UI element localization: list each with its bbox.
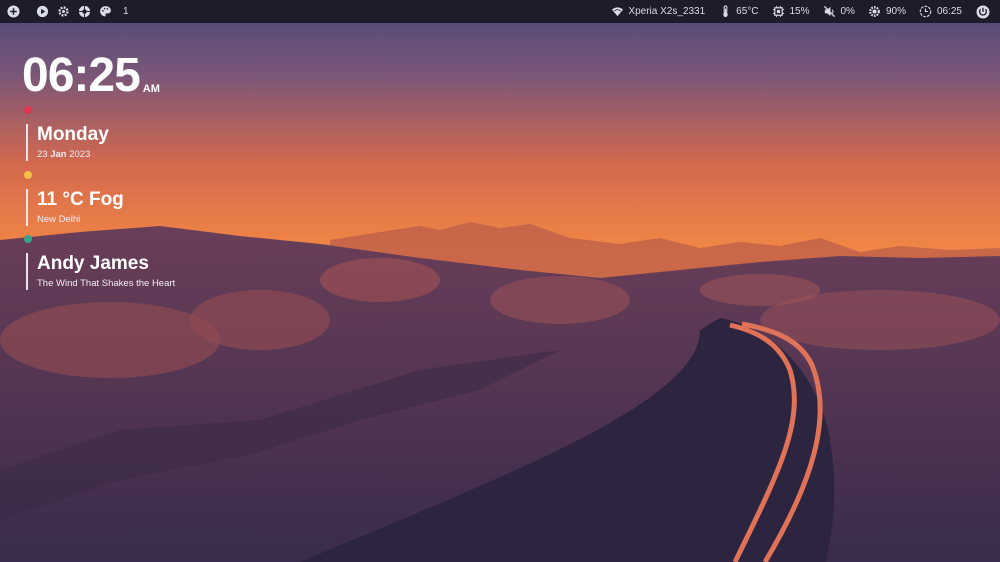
music-dot (24, 235, 32, 243)
music-artist: Andy James (37, 253, 149, 274)
volume-status[interactable]: 0% (823, 5, 855, 19)
cpu-status[interactable]: 15% (771, 5, 810, 19)
music-track: The Wind That Shakes the Heart (37, 278, 176, 289)
date-day: 23 (37, 149, 48, 160)
temperature-label: 65°C (736, 6, 759, 17)
brightness-icon (868, 5, 882, 19)
mute-icon (823, 5, 837, 19)
workspace-indicator[interactable]: 1 (123, 6, 129, 17)
panel-clock-label: 06:25 (936, 6, 962, 17)
panel-clock[interactable]: 06:25 (919, 5, 962, 19)
date-month: Jan (50, 149, 67, 160)
play-icon[interactable] (35, 5, 49, 19)
panel-right: Xperia X2s_2331 65°C 15% 0% 90% 06:25 (610, 0, 994, 23)
gear-icon[interactable] (56, 5, 70, 19)
date-widget: Monday 23 Jan 2023 (26, 124, 109, 161)
weather-widget: 11 °C Fog New Delhi (26, 189, 124, 226)
brightness-label: 90% (885, 6, 906, 17)
date-line: 23 Jan 2023 (37, 148, 109, 161)
date-dot (24, 106, 32, 114)
day-name: Monday (37, 124, 109, 145)
top-panel: 1 Xperia X2s_2331 65°C 15% 0% 90% 06:25 (0, 0, 1000, 23)
wifi-label: Xperia X2s_2331 (628, 6, 706, 17)
weather-dot (24, 171, 32, 179)
weather-location: New Delhi (37, 214, 81, 225)
cpu-label: 15% (789, 6, 810, 17)
add-icon[interactable] (6, 5, 20, 19)
volume-label: 0% (840, 6, 855, 17)
wifi-status[interactable]: Xperia X2s_2331 (610, 5, 705, 19)
date-year: 2023 (69, 149, 91, 160)
clock-ampm: AM (142, 83, 160, 95)
cpu-icon (771, 5, 785, 19)
wifi-icon (610, 5, 624, 19)
temperature-status[interactable]: 65°C (718, 5, 758, 19)
clock-icon (919, 5, 933, 19)
weather-summary: 11 °C Fog (37, 189, 124, 210)
power-icon (975, 4, 990, 19)
desktop-clock: 06:25 AM (22, 50, 160, 102)
thermometer-icon (718, 5, 732, 19)
brightness-status[interactable]: 90% (868, 5, 906, 19)
aperture-icon[interactable] (77, 5, 91, 19)
clock-time: 06:25 (22, 49, 141, 102)
music-widget: Andy James The Wind That Shakes the Hear… (26, 253, 175, 290)
palette-icon[interactable] (98, 5, 112, 19)
panel-left: 1 (6, 0, 129, 23)
power-button[interactable] (975, 4, 994, 19)
